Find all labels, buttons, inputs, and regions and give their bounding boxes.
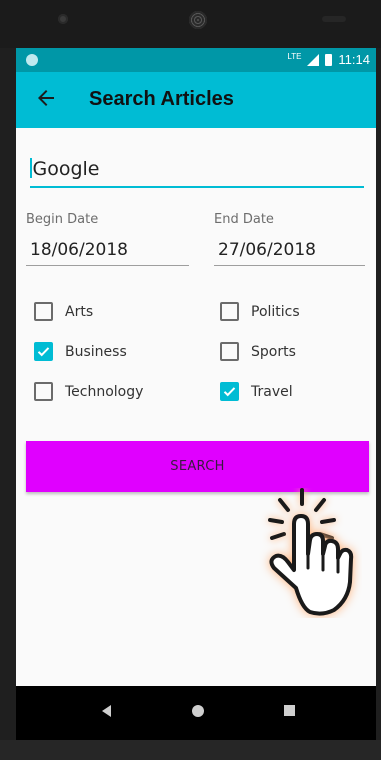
status-time: 11:14 <box>338 52 370 67</box>
nav-home-icon[interactable] <box>192 705 204 717</box>
sensor-icon <box>322 16 346 22</box>
checkbox-checked-icon[interactable] <box>220 382 239 401</box>
status-bar: LTE 11:14 <box>16 48 376 72</box>
checkbox-icon[interactable] <box>220 342 239 361</box>
checkbox-icon[interactable] <box>34 382 53 401</box>
checkbox-label: Business <box>65 343 127 360</box>
status-right: LTE 11:14 <box>287 52 370 67</box>
arrow-back-icon[interactable] <box>34 86 58 110</box>
begin-date-label: Begin Date <box>26 212 99 227</box>
checkbox-label: Arts <box>65 303 94 320</box>
page-title: Search Articles <box>89 88 234 110</box>
checkbox-label: Technology <box>65 383 144 400</box>
checkmark-icon <box>37 347 50 357</box>
nav-back-icon[interactable] <box>102 705 111 717</box>
end-date-field[interactable]: 27/06/2018 <box>214 240 365 266</box>
checkbox-sports[interactable]: Sports <box>220 342 296 361</box>
tap-hand-icon <box>268 488 354 616</box>
search-button-label: SEARCH <box>170 459 225 474</box>
checkbox-politics[interactable]: Politics <box>220 302 300 321</box>
checkbox-label: Politics <box>251 303 300 320</box>
app-bar: Search Articles <box>16 72 376 128</box>
app-screen: LTE 11:14 Search Articles Google Begin D… <box>16 48 376 686</box>
checkbox-checked-icon[interactable] <box>34 342 53 361</box>
phone-top-bezel <box>0 0 381 48</box>
nav-recent-icon[interactable] <box>284 705 295 716</box>
phone-bottom-bezel <box>0 740 381 760</box>
search-button[interactable]: SEARCH <box>26 441 369 492</box>
begin-date-value: 18/06/2018 <box>30 240 128 260</box>
checkbox-business[interactable]: Business <box>34 342 127 361</box>
battery-icon <box>325 53 333 66</box>
checkbox-icon[interactable] <box>220 302 239 321</box>
checkbox-label: Travel <box>251 383 293 400</box>
checkbox-travel[interactable]: Travel <box>220 382 293 401</box>
checkbox-technology[interactable]: Technology <box>34 382 143 401</box>
end-date-label: End Date <box>214 212 274 227</box>
notification-dot-icon <box>26 54 38 66</box>
system-nav-bar <box>16 686 376 740</box>
begin-date-field[interactable]: 18/06/2018 <box>26 240 189 266</box>
signal-icon <box>307 53 320 66</box>
network-type: LTE <box>287 52 302 61</box>
front-camera-icon <box>58 14 68 24</box>
end-date-value: 27/06/2018 <box>218 240 316 260</box>
earpiece-speaker-icon <box>189 11 207 29</box>
search-input-value: Google <box>32 158 100 180</box>
text-cursor <box>30 157 32 178</box>
search-input[interactable]: Google <box>30 157 364 188</box>
checkmark-icon <box>223 387 236 397</box>
checkbox-arts[interactable]: Arts <box>34 302 93 321</box>
checkbox-icon[interactable] <box>34 302 53 321</box>
checkbox-label: Sports <box>251 343 296 360</box>
